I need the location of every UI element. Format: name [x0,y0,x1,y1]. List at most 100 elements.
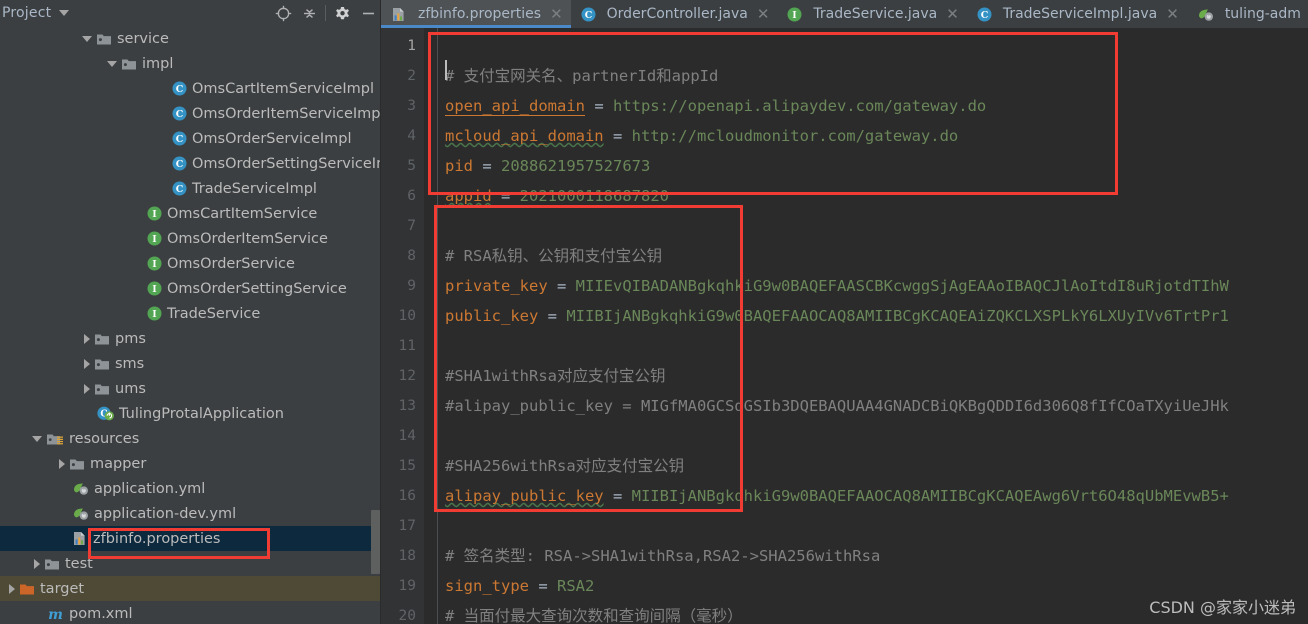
svg-text:m: m [48,607,63,621]
tree-item-tradeserviceimpl[interactable]: C TradeServiceImpl [0,176,381,201]
code-token: https://openapi.alipaydev.com/gateway.do [612,97,987,115]
locate-icon[interactable] [270,0,296,26]
tree-item-label: OmsOrderSettingService [167,280,347,297]
tree-item-omscartitemservice[interactable]: I OmsCartItemService [0,201,381,226]
code-line[interactable]: appid = 2021000118687820 [445,181,669,211]
code-line[interactable]: # 支付宝网关名、partnerId和appId [445,61,718,91]
code-token: # RSA私钥、公钥和支付宝公钥 [445,247,663,265]
tree-item-label: OmsOrderServiceImpl [192,130,352,147]
editor-tab-tradeservice-java[interactable]: I TradeService.java ✕ [777,0,967,28]
editor-tab-tradeserviceimpl-java[interactable]: C TradeServiceImpl.java ✕ [966,0,1187,28]
interface-icon: I [147,306,162,321]
svg-text:I: I [152,259,157,270]
tree-item-label: OmsOrderSettingServiceImpl [192,155,381,172]
tree-item-omscartitemserviceimpl[interactable]: C OmsCartItemServiceImpl [0,76,381,101]
code-token: private_key [445,277,548,295]
editor-tab-strip[interactable]: zfbinfo.properties ✕ C OrderController.java… [381,0,1308,28]
chevron-right-icon[interactable] [84,358,90,369]
tree-item-ums[interactable]: ums [0,376,381,401]
chevron-down-icon[interactable] [59,10,70,16]
code-line[interactable]: pid = 2088621957527673 [445,151,650,181]
tree-item-label: application.yml [94,480,206,497]
tree-item-omsordersettingserviceimpl[interactable]: C OmsOrderSettingServiceImpl [0,151,381,176]
code-line[interactable]: private_key = MIIEvQIBADANBgkqhkiG9w0BAQ… [445,271,1229,301]
project-scrollbar-thumb[interactable] [371,510,380,574]
tree-item-label: OmsCartItemService [167,205,318,222]
tree-item-omsorderservice[interactable]: I OmsOrderService [0,251,381,276]
tree-item-sms[interactable]: sms [0,351,381,376]
tree-item-application-yml[interactable]: application.yml [0,476,381,501]
close-icon[interactable]: ✕ [1166,6,1179,22]
chevron-right-icon[interactable] [9,583,15,594]
tree-item-omsordersettingservice[interactable]: I OmsOrderSettingService [0,276,381,301]
editor-tab-ordercontroller-java[interactable]: C OrderController.java ✕ [570,0,778,28]
tree-item-zfbinfo-properties[interactable]: zfbinfo.properties [0,526,381,551]
chevron-down-icon[interactable] [32,435,42,442]
maven-file-icon: m [47,606,64,621]
code-token: 2021000118687820 [519,187,669,205]
tree-item-tulingprotalapplication[interactable]: C TulingProtalApplication [0,401,381,426]
chevron-right-icon[interactable] [59,458,65,469]
code-editor[interactable]: 123456789101112131415161718192021 # 支付宝网… [381,28,1308,624]
code-line[interactable]: #SHA256withRsa对应支付宝公钥 [445,451,684,481]
editor-text-area[interactable]: # 支付宝网关名、partnerId和appId open_api_domain … [445,28,1308,624]
tree-item-target[interactable]: target [0,576,381,601]
tree-item-pms[interactable]: pms [0,326,381,351]
tree-item-label: resources [69,430,140,447]
code-line[interactable]: #SHA1withRsa对应支付宝公钥 [445,361,665,391]
code-line[interactable]: # 当面付最大查询次数和查询间隔（毫秒） [445,601,743,624]
code-token: MIIEvQIBADANBgkqhkiG9w0BAQEFAASCBKcwggSj… [575,277,1229,295]
tree-item-label: TradeService [167,305,261,322]
chevron-right-icon[interactable] [34,558,40,569]
tree-item-test[interactable]: test [0,551,381,576]
code-line[interactable]: #alipay_public_key = MIGfMA0GCSqGSIb3DQE… [445,391,1229,421]
tree-item-mapper[interactable]: mapper [0,451,381,476]
properties-file-icon [72,531,88,546]
editor-tab-tuling-adm[interactable]: tuling-adm [1186,0,1308,28]
properties-file-icon [391,7,407,22]
class-icon: C [172,156,187,171]
tree-item-omsorderserviceimpl[interactable]: C OmsOrderServiceImpl [0,126,381,151]
code-line[interactable]: public_key = MIIBIjANBgkqhkiG9w0BAQEFAAO… [445,301,1229,331]
chevron-down-icon[interactable] [107,60,117,67]
line-number: 6 [407,188,416,204]
code-line[interactable]: open_api_domain = https://openapi.alipay… [445,91,986,121]
folder-icon [69,457,85,471]
tree-item-resources[interactable]: resources [0,426,381,451]
code-line[interactable]: sign_type = RSA2 [445,571,594,601]
project-tree[interactable]: service impl C OmsCartItemServiceImpl C OmsOr… [0,26,381,624]
settings-gear-icon[interactable] [329,0,355,26]
tree-item-application-dev-yml[interactable]: application-dev.yml [0,501,381,526]
gutter-separator [437,28,438,624]
code-line[interactable]: mcloud_api_domain = http://mcloudmonitor… [445,121,958,151]
tree-item-pom-xml[interactable]: m pom.xml [0,601,381,624]
tree-item-service[interactable]: service [0,26,381,51]
yml-file-icon [1197,7,1214,22]
line-number: 12 [398,368,416,384]
editor-tab-zfbinfo-properties[interactable]: zfbinfo.properties ✕ [381,0,571,28]
chevron-right-icon[interactable] [84,333,90,344]
line-number: 5 [407,158,416,174]
close-icon[interactable]: ✕ [550,6,563,22]
svg-text:I: I [152,284,157,295]
code-line[interactable]: alipay_public_key = MIIBIjANBgkqhkiG9w0B… [445,481,1229,511]
code-token: = [538,307,567,325]
editor-gutter[interactable]: 123456789101112131415161718192021 [381,28,424,624]
chevron-right-icon[interactable] [84,383,90,394]
tree-item-omsorderitemserviceimpl[interactable]: C OmsOrderItemServiceImpl [0,101,381,126]
tree-item-tradeservice[interactable]: I TradeService [0,301,381,326]
code-token: RSA2 [557,577,595,595]
code-line[interactable]: # RSA私钥、公钥和支付宝公钥 [445,241,662,271]
collapse-all-icon[interactable] [296,0,322,26]
hide-icon[interactable] [355,0,381,26]
line-number: 18 [398,548,416,564]
line-number: 19 [398,578,416,594]
chevron-down-icon[interactable] [82,35,92,42]
close-icon[interactable]: ✕ [757,6,770,22]
tree-item-impl[interactable]: impl [0,51,381,76]
close-icon[interactable]: ✕ [946,6,959,22]
tree-item-label: OmsCartItemServiceImpl [192,80,374,97]
code-line[interactable]: # 签名类型: RSA->SHA1withRsa,RSA2->SHA256wit… [445,541,880,571]
tree-item-omsorderitemservice[interactable]: I OmsOrderItemService [0,226,381,251]
svg-text:I: I [152,209,157,220]
